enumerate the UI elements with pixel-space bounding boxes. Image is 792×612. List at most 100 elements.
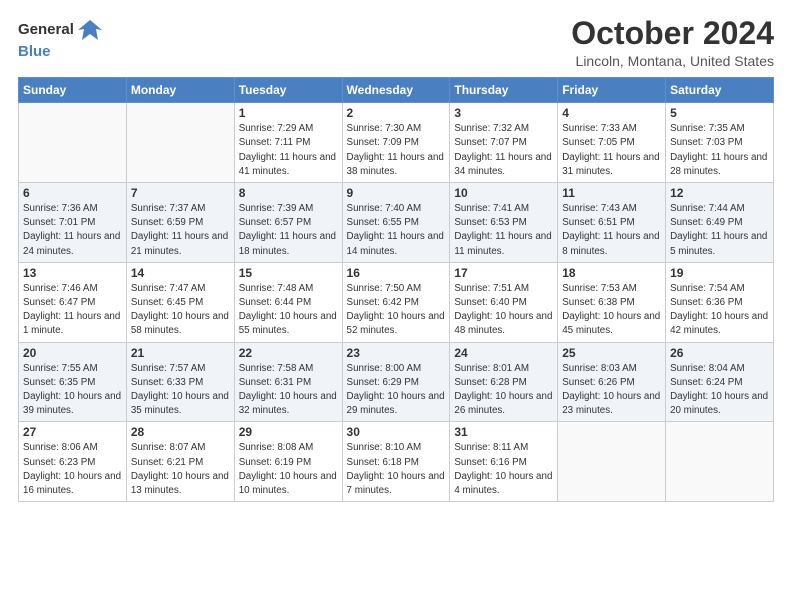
logo-blue: Blue [18, 44, 104, 61]
day-info: Sunrise: 7:48 AM Sunset: 6:44 PM Dayligh… [239, 282, 338, 339]
calendar-cell [19, 103, 127, 183]
day-number: 20 [23, 346, 122, 360]
day-number: 3 [454, 106, 553, 120]
weekday-row: Sunday Monday Tuesday Wednesday Thursday… [19, 78, 774, 103]
calendar-cell: 12 Sunrise: 7:44 AM Sunset: 6:49 PM Dayli… [666, 183, 774, 263]
calendar-cell: 24Sunrise: 8:01 AM Sunset: 6:28 PM Dayli… [450, 342, 558, 422]
calendar-cell: 30Sunrise: 8:10 AM Sunset: 6:18 PM Dayli… [342, 422, 450, 502]
month-title: October 2024 [571, 16, 774, 51]
calendar-cell: 2Sunrise: 7:30 AM Sunset: 7:09 PM Daylig… [342, 103, 450, 183]
calendar-header: Sunday Monday Tuesday Wednesday Thursday… [19, 78, 774, 103]
calendar-cell: 29 Sunrise: 8:08 AM Sunset: 6:19 PM Dayli… [234, 422, 342, 502]
day-info: Sunrise: 7:29 AM Sunset: 7:11 PM Dayligh… [239, 122, 338, 179]
calendar-cell: 17 Sunrise: 7:51 AM Sunset: 6:40 PM Dayli… [450, 262, 558, 342]
calendar-cell: 15Sunrise: 7:48 AM Sunset: 6:44 PM Dayli… [234, 262, 342, 342]
day-number: 7 [131, 186, 230, 200]
calendar-cell: 3Sunrise: 7:32 AM Sunset: 7:07 PM Daylig… [450, 103, 558, 183]
calendar-cell: 22Sunrise: 7:58 AM Sunset: 6:31 PM Dayli… [234, 342, 342, 422]
header-friday: Friday [558, 78, 666, 103]
day-info: Sunrise: 8:00 AM Sunset: 6:29 PM Dayligh… [347, 362, 446, 419]
logo-bird-icon [76, 16, 104, 44]
calendar-cell: 7 Sunrise: 7:37 AM Sunset: 6:59 PM Daylig… [126, 183, 234, 263]
logo: General Blue [18, 16, 104, 61]
day-number: 8 [239, 186, 338, 200]
day-number: 18 [562, 266, 661, 280]
calendar-cell: 18 Sunrise: 7:53 AM Sunset: 6:38 PM Dayli… [558, 262, 666, 342]
header-wednesday: Wednesday [342, 78, 450, 103]
location: Lincoln, Montana, United States [571, 53, 774, 69]
calendar-cell: 13 Sunrise: 7:46 AM Sunset: 6:47 PM Dayli… [19, 262, 127, 342]
header: General Blue October 2024 Lincoln, Monta… [18, 16, 774, 69]
day-number: 23 [347, 346, 446, 360]
day-number: 29 [239, 425, 338, 439]
day-info: Sunrise: 8:08 AM Sunset: 6:19 PM Dayligh… [239, 441, 338, 498]
calendar-cell [666, 422, 774, 502]
calendar-cell: 4 Sunrise: 7:33 AM Sunset: 7:05 PM Daylig… [558, 103, 666, 183]
day-info: Sunrise: 8:04 AM Sunset: 6:24 PM Dayligh… [670, 362, 769, 419]
calendar-cell: 27 Sunrise: 8:06 AM Sunset: 6:23 PM Dayli… [19, 422, 127, 502]
calendar-cell: 11 Sunrise: 7:43 AM Sunset: 6:51 PM Dayli… [558, 183, 666, 263]
calendar-cell: 5 Sunrise: 7:35 AM Sunset: 7:03 PM Daylig… [666, 103, 774, 183]
day-info: Sunrise: 7:36 AM Sunset: 7:01 PM Dayligh… [23, 202, 122, 259]
day-info: Sunrise: 7:54 AM Sunset: 6:36 PM Dayligh… [670, 282, 769, 339]
day-info: Sunrise: 7:43 AM Sunset: 6:51 PM Dayligh… [562, 202, 661, 259]
calendar-cell [126, 103, 234, 183]
calendar-week-3: 20Sunrise: 7:55 AM Sunset: 6:35 PM Dayli… [19, 342, 774, 422]
day-number: 31 [454, 425, 553, 439]
day-info: Sunrise: 8:10 AM Sunset: 6:18 PM Dayligh… [347, 441, 446, 498]
day-number: 21 [131, 346, 230, 360]
calendar-cell [558, 422, 666, 502]
day-info: Sunrise: 7:51 AM Sunset: 6:40 PM Dayligh… [454, 282, 553, 339]
day-info: Sunrise: 8:07 AM Sunset: 6:21 PM Dayligh… [131, 441, 230, 498]
day-info: Sunrise: 8:06 AM Sunset: 6:23 PM Dayligh… [23, 441, 122, 498]
day-number: 27 [23, 425, 122, 439]
day-info: Sunrise: 7:53 AM Sunset: 6:38 PM Dayligh… [562, 282, 661, 339]
day-number: 24 [454, 346, 553, 360]
calendar-cell: 26 Sunrise: 8:04 AM Sunset: 6:24 PM Dayli… [666, 342, 774, 422]
day-info: Sunrise: 7:40 AM Sunset: 6:55 PM Dayligh… [347, 202, 446, 259]
calendar-cell: 6 Sunrise: 7:36 AM Sunset: 7:01 PM Daylig… [19, 183, 127, 263]
day-info: Sunrise: 8:11 AM Sunset: 6:16 PM Dayligh… [454, 441, 553, 498]
day-number: 5 [670, 106, 769, 120]
day-number: 1 [239, 106, 338, 120]
calendar-cell: 19Sunrise: 7:54 AM Sunset: 6:36 PM Dayli… [666, 262, 774, 342]
calendar-cell: 21 Sunrise: 7:57 AM Sunset: 6:33 PM Dayli… [126, 342, 234, 422]
day-number: 6 [23, 186, 122, 200]
day-number: 9 [347, 186, 446, 200]
day-number: 17 [454, 266, 553, 280]
header-saturday: Saturday [666, 78, 774, 103]
calendar-cell: 25Sunrise: 8:03 AM Sunset: 6:26 PM Dayli… [558, 342, 666, 422]
day-info: Sunrise: 7:37 AM Sunset: 6:59 PM Dayligh… [131, 202, 230, 259]
day-info: Sunrise: 7:46 AM Sunset: 6:47 PM Dayligh… [23, 282, 122, 339]
day-number: 13 [23, 266, 122, 280]
calendar-week-2: 13 Sunrise: 7:46 AM Sunset: 6:47 PM Dayli… [19, 262, 774, 342]
calendar-table: Sunday Monday Tuesday Wednesday Thursday… [18, 77, 774, 502]
day-number: 2 [347, 106, 446, 120]
day-number: 11 [562, 186, 661, 200]
day-number: 4 [562, 106, 661, 120]
calendar-cell: 20Sunrise: 7:55 AM Sunset: 6:35 PM Dayli… [19, 342, 127, 422]
day-info: Sunrise: 7:35 AM Sunset: 7:03 PM Dayligh… [670, 122, 769, 179]
page: General Blue October 2024 Lincoln, Monta… [0, 0, 792, 612]
header-tuesday: Tuesday [234, 78, 342, 103]
day-number: 12 [670, 186, 769, 200]
day-number: 14 [131, 266, 230, 280]
day-info: Sunrise: 8:03 AM Sunset: 6:26 PM Dayligh… [562, 362, 661, 419]
calendar-cell: 31 Sunrise: 8:11 AM Sunset: 6:16 PM Dayli… [450, 422, 558, 502]
calendar-cell: 10Sunrise: 7:41 AM Sunset: 6:53 PM Dayli… [450, 183, 558, 263]
day-number: 28 [131, 425, 230, 439]
day-info: Sunrise: 7:41 AM Sunset: 6:53 PM Dayligh… [454, 202, 553, 259]
header-thursday: Thursday [450, 78, 558, 103]
calendar-body: 1 Sunrise: 7:29 AM Sunset: 7:11 PM Daylig… [19, 103, 774, 502]
calendar-cell: 1 Sunrise: 7:29 AM Sunset: 7:11 PM Daylig… [234, 103, 342, 183]
title-block: October 2024 Lincoln, Montana, United St… [571, 16, 774, 69]
calendar-cell: 28 Sunrise: 8:07 AM Sunset: 6:21 PM Dayli… [126, 422, 234, 502]
day-number: 16 [347, 266, 446, 280]
header-monday: Monday [126, 78, 234, 103]
day-number: 26 [670, 346, 769, 360]
day-info: Sunrise: 7:57 AM Sunset: 6:33 PM Dayligh… [131, 362, 230, 419]
day-info: Sunrise: 7:50 AM Sunset: 6:42 PM Dayligh… [347, 282, 446, 339]
day-info: Sunrise: 7:39 AM Sunset: 6:57 PM Dayligh… [239, 202, 338, 259]
day-info: Sunrise: 7:33 AM Sunset: 7:05 PM Dayligh… [562, 122, 661, 179]
day-info: Sunrise: 7:44 AM Sunset: 6:49 PM Dayligh… [670, 202, 769, 259]
